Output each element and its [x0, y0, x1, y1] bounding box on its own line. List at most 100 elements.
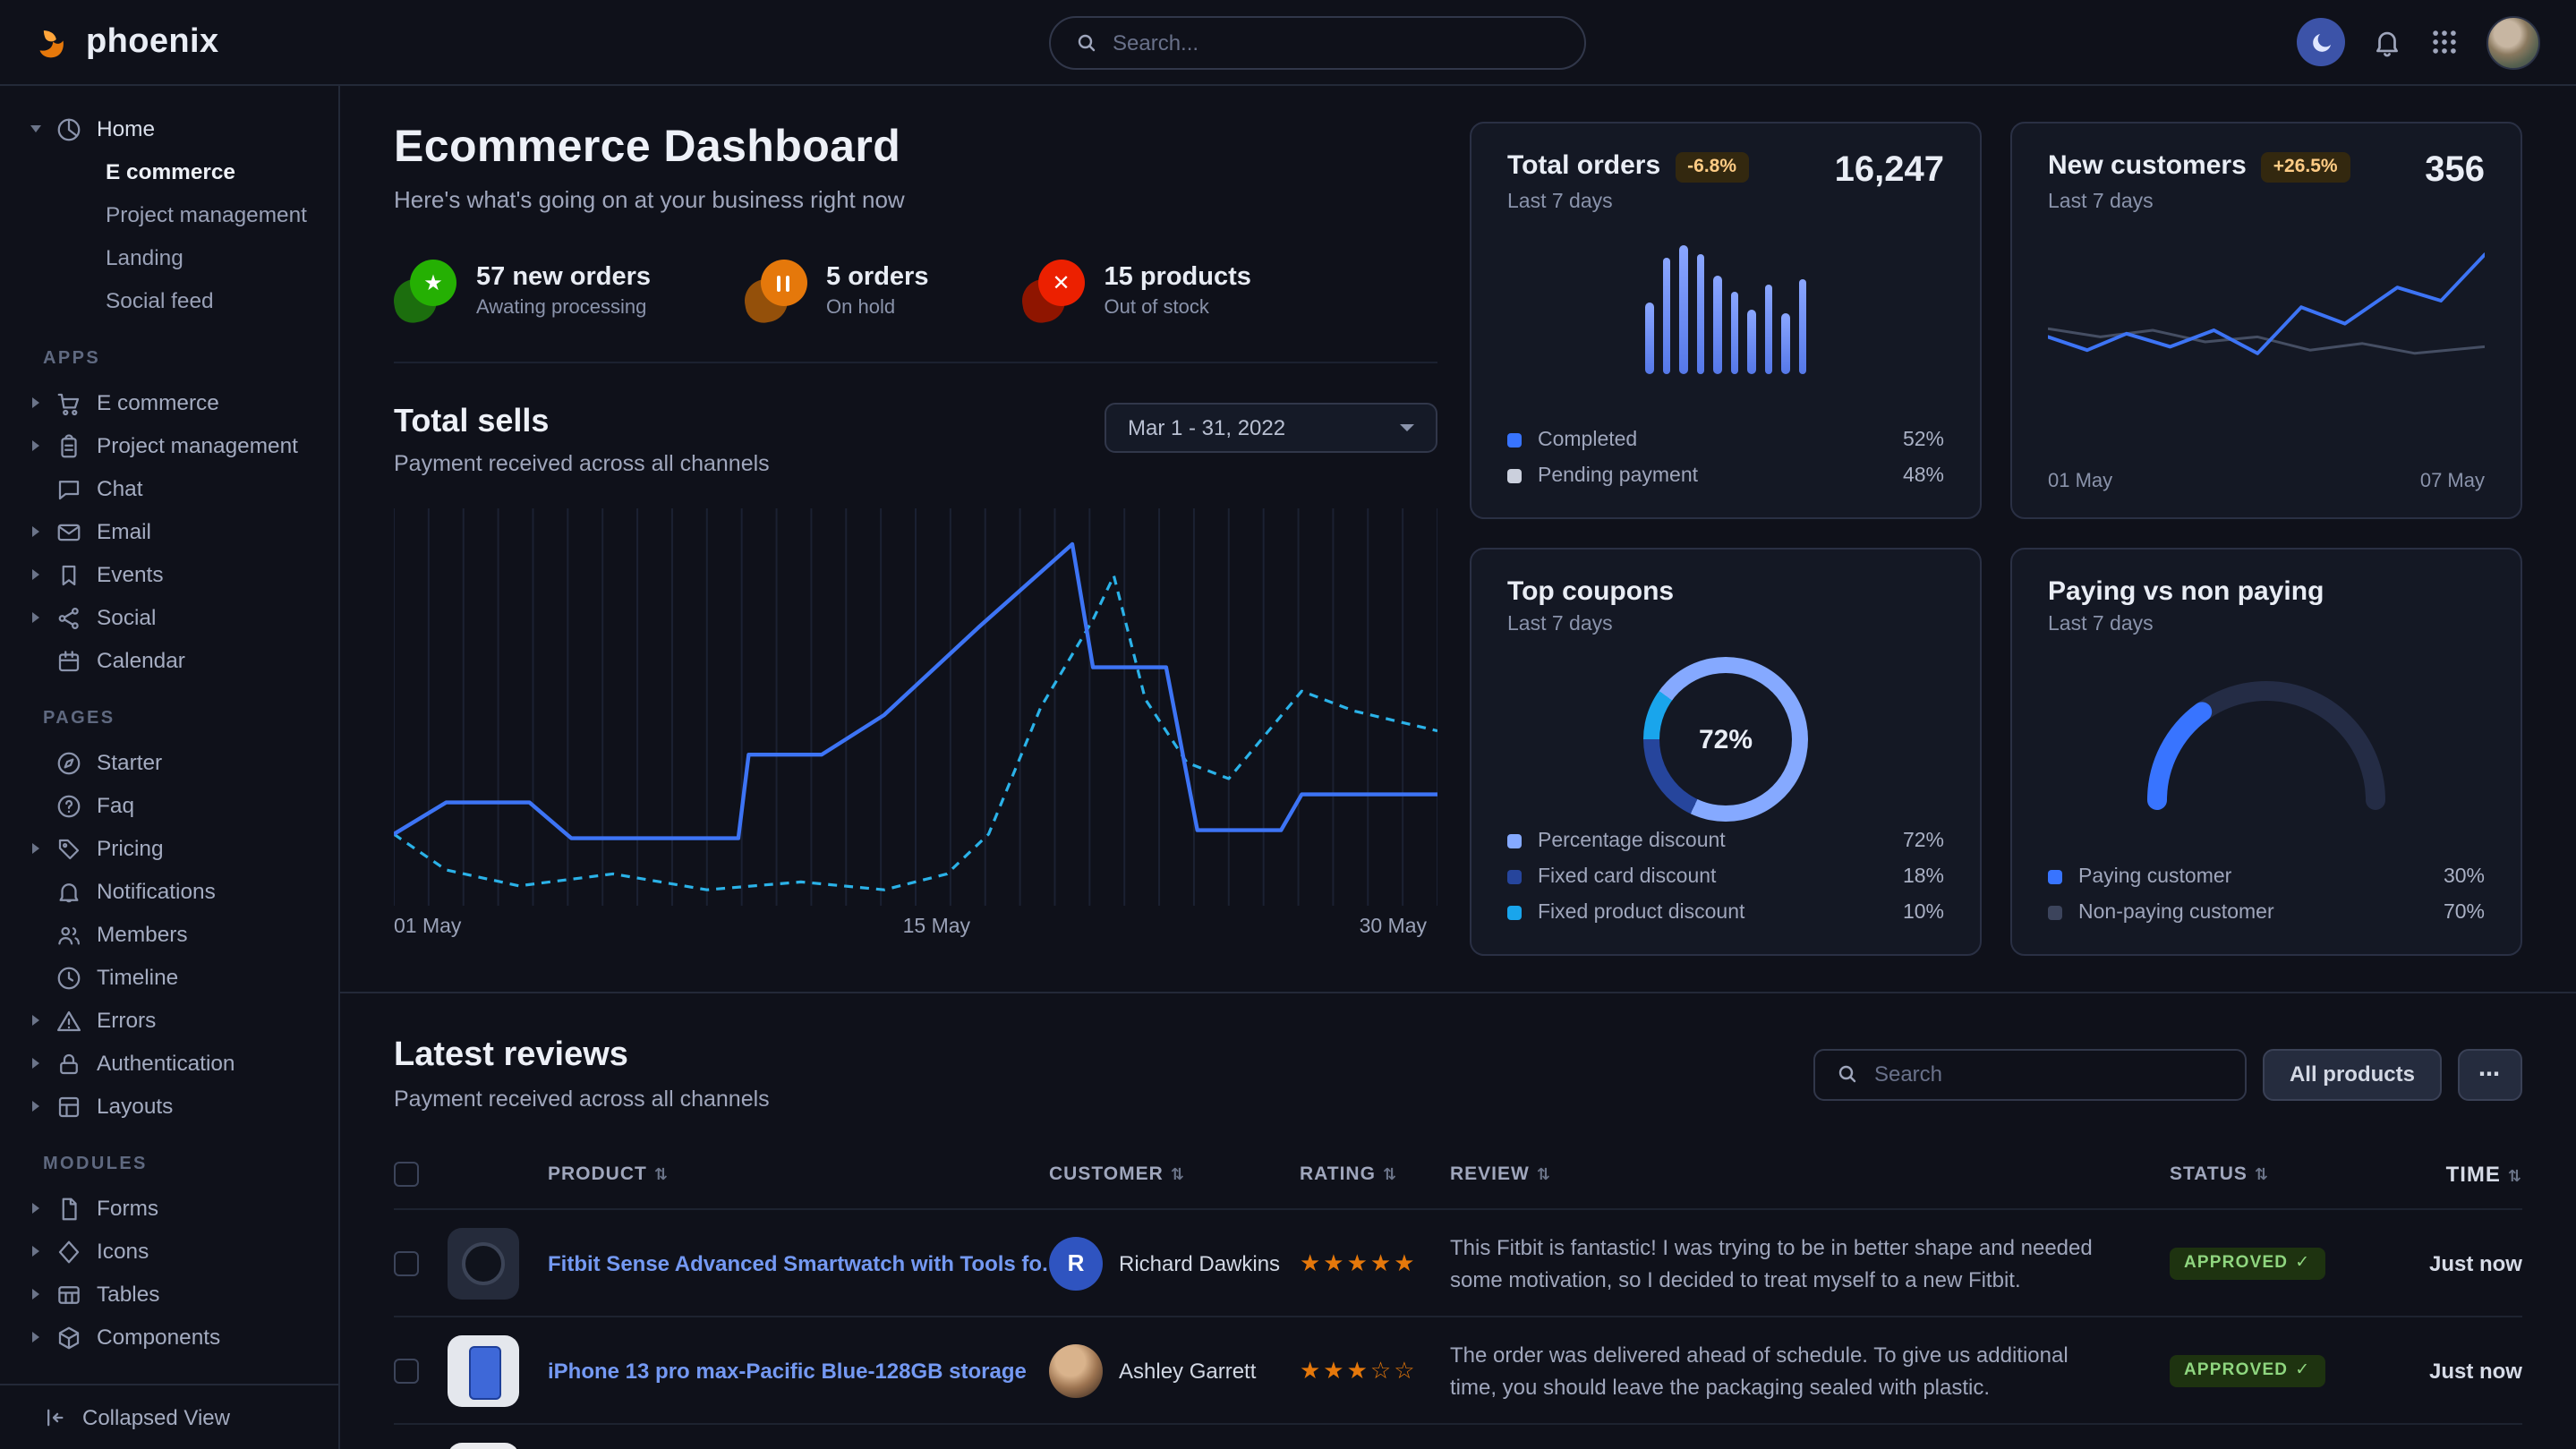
chevron-icon	[32, 526, 55, 537]
apps-grid-button[interactable]	[2429, 27, 2460, 57]
sidebar-item-icons[interactable]: Icons	[0, 1230, 338, 1273]
pie-icon	[55, 115, 82, 142]
product-thumbnail	[448, 1442, 519, 1449]
sidebar-item-errors[interactable]: Errors	[0, 999, 338, 1042]
sidebar-item-members[interactable]: Members	[0, 913, 338, 956]
stat-label: Awating processing	[476, 297, 651, 319]
column-header-product[interactable]: PRODUCT⇅	[548, 1163, 1049, 1185]
sidebar-item-calendar[interactable]: Calendar	[0, 639, 338, 682]
column-header-time[interactable]: TIME⇅	[2384, 1162, 2522, 1187]
sidebar-item-home[interactable]: Home	[0, 107, 338, 150]
page-subtitle: Here's what's going on at your business …	[394, 186, 1437, 213]
legend-value: 18%	[1903, 866, 1944, 888]
sidebar-nav: HomeE commerceProject managementLandingS…	[0, 86, 338, 1383]
star-icon: ★	[394, 260, 456, 322]
sidebar-item-chat[interactable]: Chat	[0, 467, 338, 510]
cart-icon	[55, 389, 82, 416]
global-search[interactable]	[1048, 15, 1585, 69]
sidebar-item-notifications[interactable]: Notifications	[0, 870, 338, 913]
brand-logo[interactable]: phoenix	[32, 22, 337, 62]
column-header-review[interactable]: REVIEW⇅	[1450, 1163, 2170, 1185]
total-orders-value: 16,247	[1835, 150, 1944, 192]
table-icon	[55, 1281, 82, 1308]
sidebar-item-label: Calendar	[97, 648, 185, 673]
chevron-icon	[32, 1332, 55, 1342]
sidebar-item-label: Email	[97, 519, 151, 544]
search-input[interactable]	[1113, 30, 1558, 55]
sidebar-item-social-feed[interactable]: Social feed	[0, 279, 338, 322]
customer-avatar	[1049, 1343, 1103, 1397]
bar	[1747, 309, 1755, 373]
stat-orders-on-hold: 5 ordersOn hold	[744, 260, 928, 322]
legend-row: Fixed card discount18%	[1507, 861, 1944, 893]
sidebar-item-landing[interactable]: Landing	[0, 236, 338, 279]
all-products-button[interactable]: All products	[2263, 1048, 2442, 1100]
sidebar-item-timeline[interactable]: Timeline	[0, 956, 338, 999]
delta-badge: +26.5%	[2261, 151, 2350, 182]
column-header-rating[interactable]: RATING⇅	[1300, 1163, 1450, 1185]
product-link[interactable]: iPhone 13 pro max-Pacific Blue-128GB sto…	[548, 1358, 1049, 1383]
sidebar-item-faq[interactable]: Faq	[0, 784, 338, 827]
row-checkbox[interactable]	[394, 1250, 419, 1275]
legend-row: Pending payment48%	[1507, 460, 1944, 492]
review-text: The order was delivered ahead of schedul…	[1450, 1338, 2170, 1402]
user-avatar[interactable]	[2486, 15, 2540, 69]
legend-value: 30%	[2444, 866, 2485, 888]
sidebar-item-authentication[interactable]: Authentication	[0, 1042, 338, 1085]
chevron-icon	[32, 124, 55, 134]
notifications-button[interactable]	[2372, 27, 2402, 57]
theme-toggle-button[interactable]	[2297, 18, 2345, 66]
check-icon: ✓	[2295, 1360, 2310, 1380]
stat-out-of-stock: ✕ 15 productsOut of stock	[1022, 260, 1251, 322]
sidebar-item-label: Tables	[97, 1282, 159, 1307]
sidebar-item-starter[interactable]: Starter	[0, 741, 338, 784]
column-header-status[interactable]: STATUS⇅	[2170, 1163, 2384, 1185]
sidebar-item-pricing[interactable]: Pricing	[0, 827, 338, 870]
moon-icon	[2308, 30, 2333, 55]
donut-center-label: 72%	[1643, 657, 1808, 822]
sidebar-item-label: Project management	[97, 433, 298, 458]
reviews-search-input[interactable]	[1874, 1061, 2223, 1087]
compass-icon	[55, 749, 82, 776]
column-header-customer[interactable]: CUSTOMER⇅	[1049, 1163, 1300, 1185]
sidebar-item-forms[interactable]: Forms	[0, 1187, 338, 1230]
reviews-search[interactable]	[1813, 1048, 2247, 1100]
legend-row: Completed52%	[1507, 424, 1944, 456]
customer-cell[interactable]: Ashley Garrett	[1049, 1343, 1300, 1397]
bar	[1679, 244, 1687, 373]
customer-cell[interactable]: RRichard Dawkins	[1049, 1236, 1300, 1290]
product-link[interactable]: Fitbit Sense Advanced Smartwatch with To…	[548, 1250, 1049, 1275]
sidebar-item-email[interactable]: Email	[0, 510, 338, 553]
sort-icon: ⇅	[654, 1165, 669, 1183]
sidebar-item-project-management[interactable]: Project management	[0, 424, 338, 467]
stat-label: Out of stock	[1105, 297, 1251, 319]
reviews-actions: All products ⋯	[1813, 1048, 2522, 1100]
x-axis-label: 01 May	[394, 916, 461, 938]
date-range-select[interactable]: Mar 1 - 31, 2022	[1105, 403, 1437, 453]
sidebar-item-project-management[interactable]: Project management	[0, 193, 338, 236]
chevron-icon	[32, 1246, 55, 1257]
bar	[1730, 291, 1738, 373]
sidebar-item-e-commerce[interactable]: E commerce	[0, 150, 338, 193]
reviews-title: Latest reviews	[394, 1036, 770, 1076]
sidebar-item-layouts[interactable]: Layouts	[0, 1085, 338, 1128]
sidebar-item-social[interactable]: Social	[0, 596, 338, 639]
collapsed-view-toggle[interactable]: Collapsed View	[0, 1383, 338, 1449]
row-checkbox[interactable]	[394, 1358, 419, 1383]
more-options-button[interactable]: ⋯	[2458, 1048, 2522, 1100]
sidebar-item-tables[interactable]: Tables	[0, 1273, 338, 1316]
select-all-checkbox[interactable]	[394, 1162, 419, 1187]
chevron-icon	[32, 1101, 55, 1112]
chevron-down-icon	[1400, 424, 1414, 431]
sidebar-item-e-commerce[interactable]: E commerce	[0, 381, 338, 424]
section-divider	[340, 992, 2576, 993]
lock-icon	[55, 1050, 82, 1077]
sidebar-item-events[interactable]: Events	[0, 553, 338, 596]
bar	[1781, 312, 1789, 373]
chat-icon	[55, 475, 82, 502]
sidebar-item-label: Timeline	[97, 965, 178, 990]
users-icon	[55, 921, 82, 948]
bar	[1798, 278, 1806, 373]
sidebar-item-components[interactable]: Components	[0, 1316, 338, 1359]
status-badge: APPROVED ✓	[2170, 1354, 2324, 1386]
